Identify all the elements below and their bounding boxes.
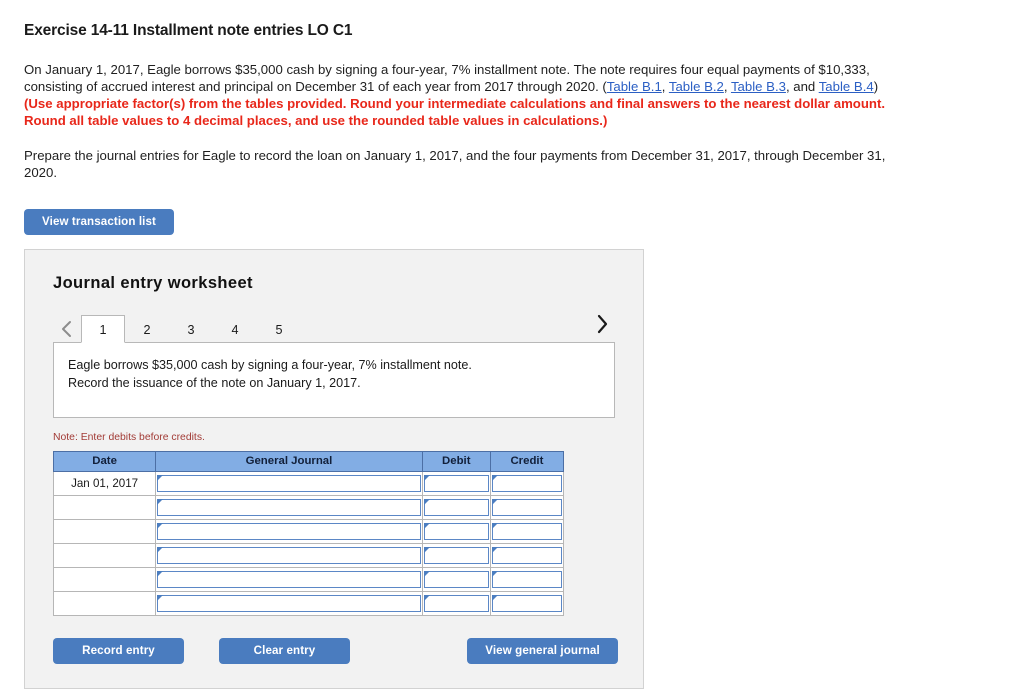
tab-3[interactable]: 3 [169, 315, 213, 343]
page-root: Exercise 14-11 Installment note entries … [0, 0, 1024, 689]
column-header-debit: Debit [421, 450, 491, 472]
link-separator-1: , [661, 78, 669, 94]
red-instructions: (Use appropriate factor(s) from the tabl… [24, 95, 886, 128]
credit-cell[interactable] [489, 542, 565, 568]
debit-input[interactable] [423, 498, 489, 516]
debit-input[interactable] [423, 546, 489, 564]
column-header-general-journal: General Journal [155, 450, 423, 472]
general-journal-input[interactable] [157, 594, 421, 612]
credit-input[interactable] [491, 594, 562, 612]
table-row: Jan 01, 2017 [52, 470, 565, 496]
chevron-left-icon[interactable] [53, 315, 79, 343]
general-journal-cell[interactable] [155, 566, 423, 592]
general-journal-cell[interactable] [155, 590, 423, 616]
credit-cell[interactable] [489, 494, 565, 520]
date-cell[interactable] [52, 590, 157, 616]
debit-cell[interactable] [421, 542, 491, 568]
debit-input[interactable] [423, 474, 489, 492]
credit-input[interactable] [491, 474, 562, 492]
worksheet-heading: Journal entry worksheet [53, 273, 253, 292]
column-header-date: Date [52, 450, 157, 472]
date-cell[interactable] [52, 518, 157, 544]
general-journal-input[interactable] [157, 522, 421, 540]
table-row [52, 542, 565, 568]
table-row [52, 518, 565, 544]
credit-input[interactable] [491, 570, 562, 588]
clear-entry-button[interactable]: Clear entry [219, 637, 350, 664]
credit-input[interactable] [491, 546, 562, 564]
table-row [52, 590, 565, 616]
general-journal-cell[interactable] [155, 542, 423, 568]
link-table-b2[interactable]: Table B.2 [669, 79, 724, 94]
debit-input[interactable] [423, 594, 489, 612]
general-journal-cell[interactable] [155, 494, 423, 520]
general-journal-input[interactable] [157, 546, 421, 564]
credit-input[interactable] [491, 498, 562, 516]
problem-text-close-paren: ) [873, 78, 879, 94]
chevron-right-icon[interactable] [589, 310, 615, 338]
credit-cell[interactable] [489, 518, 565, 544]
journal-entry-table: Date General Journal Debit Credit Jan 01… [52, 450, 565, 616]
credit-cell[interactable] [489, 590, 565, 616]
debits-before-credits-note: Note: Enter debits before credits. [53, 431, 205, 443]
link-table-b3[interactable]: Table B.3 [731, 79, 786, 94]
general-journal-input[interactable] [157, 570, 421, 588]
link-separator-2: , [723, 78, 731, 94]
journal-table-body: Jan 01, 2017 [52, 470, 565, 616]
general-journal-input[interactable] [157, 498, 421, 516]
debit-cell[interactable] [421, 566, 491, 592]
prepare-instructions-paragraph: Prepare the journal entries for Eagle to… [24, 147, 886, 180]
description-line-2: Record the issuance of the note on Janua… [68, 375, 361, 390]
problem-statement-paragraph: On January 1, 2017, Eagle borrows $35,00… [24, 61, 902, 129]
record-entry-button[interactable]: Record entry [53, 637, 184, 664]
credit-cell[interactable] [489, 566, 565, 592]
column-header-credit: Credit [489, 450, 565, 472]
description-line-1: Eagle borrows $35,000 cash by signing a … [68, 357, 472, 372]
view-general-journal-button[interactable]: View general journal [467, 637, 618, 664]
journal-table-header-row: Date General Journal Debit Credit [52, 450, 565, 472]
credit-input[interactable] [491, 522, 562, 540]
debit-cell[interactable] [421, 494, 491, 520]
worksheet-footer-buttons: Record entry Clear entry View general jo… [53, 637, 618, 666]
tab-5[interactable]: 5 [257, 315, 301, 343]
table-row [52, 566, 565, 592]
page-title: Exercise 14-11 Installment note entries … [24, 22, 353, 39]
worksheet-tabstrip: 1 2 3 4 5 [53, 313, 615, 343]
link-separator-3: , and [785, 78, 819, 94]
transaction-description-box: Eagle borrows $35,000 cash by signing a … [53, 342, 615, 418]
link-table-b4[interactable]: Table B.4 [819, 79, 874, 94]
tab-2[interactable]: 2 [125, 315, 169, 343]
general-journal-cell[interactable] [155, 518, 423, 544]
debit-cell[interactable] [421, 518, 491, 544]
date-cell[interactable] [52, 566, 157, 592]
table-row [52, 494, 565, 520]
general-journal-cell[interactable] [155, 470, 423, 496]
debit-input[interactable] [423, 522, 489, 540]
date-cell[interactable] [52, 542, 157, 568]
journal-table-head: Date General Journal Debit Credit [52, 450, 565, 472]
link-table-b1[interactable]: Table B.1 [607, 79, 662, 94]
journal-entry-worksheet-panel: Journal entry worksheet 1 2 3 4 5 Eagle … [24, 248, 644, 689]
view-transaction-list-button[interactable]: View transaction list [24, 208, 174, 235]
general-journal-input[interactable] [157, 474, 421, 492]
tab-4[interactable]: 4 [213, 315, 257, 343]
tab-1[interactable]: 1 [81, 314, 125, 343]
date-cell[interactable] [52, 494, 157, 520]
credit-cell[interactable] [489, 470, 565, 496]
date-cell[interactable]: Jan 01, 2017 [52, 470, 157, 496]
debit-input[interactable] [423, 570, 489, 588]
debit-cell[interactable] [421, 590, 491, 616]
debit-cell[interactable] [421, 470, 491, 496]
